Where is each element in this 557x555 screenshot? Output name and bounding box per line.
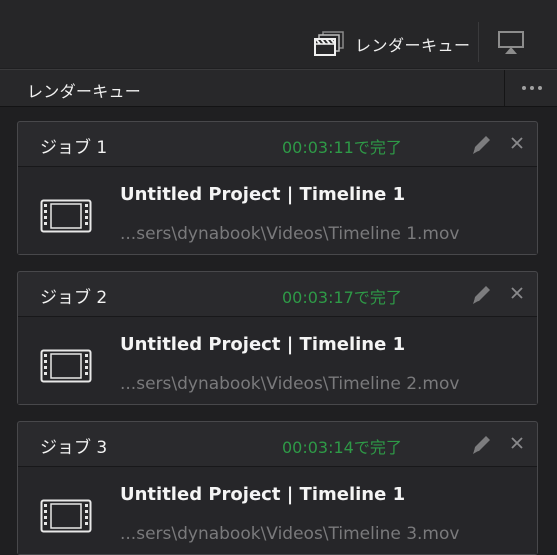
job-status: 00:03:17で完了	[282, 288, 402, 307]
job-title: Untitled Project | Timeline 1	[120, 334, 406, 355]
output-monitor-icon	[498, 31, 524, 54]
job-output-path: ...sers\dynabook\Videos\Timeline 3.mov	[120, 524, 460, 544]
job-status: 00:03:14で完了	[282, 438, 402, 457]
job-name: ジョブ 3	[40, 438, 108, 458]
job-header: ジョブ 1 00:03:11で完了	[18, 122, 537, 167]
job-title: Untitled Project | Timeline 1	[120, 184, 406, 205]
render-queue-panel-header: レンダーキュー	[0, 69, 557, 107]
film-icon	[40, 349, 92, 383]
edit-job-button[interactable]	[470, 284, 494, 310]
job-name: ジョブ 2	[40, 288, 108, 308]
remove-job-button[interactable]	[510, 135, 524, 154]
panel-title: レンダーキュー	[27, 82, 142, 101]
output-monitor-button[interactable]	[497, 30, 525, 60]
top-toolbar: レンダーキュー	[0, 0, 557, 68]
edit-job-button[interactable]	[470, 134, 494, 160]
close-icon	[511, 137, 523, 149]
close-icon	[511, 287, 523, 299]
job-card-2[interactable]: ジョブ 2 00:03:17で完了 Untitled Project | Tim…	[17, 271, 538, 405]
job-header: ジョブ 2 00:03:17で完了	[18, 272, 537, 317]
more-options-icon	[521, 86, 526, 90]
job-name: ジョブ 1	[40, 138, 108, 158]
pencil-icon	[473, 136, 490, 154]
render-queue-button-label: レンダーキュー	[355, 36, 471, 55]
job-body: Untitled Project | Timeline 1 ...sers\dy…	[18, 167, 537, 254]
close-icon	[511, 437, 523, 449]
more-options-button[interactable]	[504, 70, 557, 106]
job-status: 00:03:11で完了	[282, 138, 402, 157]
job-output-path: ...sers\dynabook\Videos\Timeline 2.mov	[120, 374, 460, 394]
job-output-path: ...sers\dynabook\Videos\Timeline 1.mov	[120, 224, 460, 244]
edit-job-button[interactable]	[470, 434, 494, 460]
toolbar-divider	[478, 22, 479, 62]
pencil-icon	[473, 286, 490, 304]
pencil-icon	[473, 436, 490, 454]
job-header: ジョブ 3 00:03:14で完了	[18, 422, 537, 467]
job-card-3[interactable]: ジョブ 3 00:03:14で完了 Untitled Project | Tim…	[17, 421, 538, 555]
film-icon	[40, 199, 92, 233]
job-body: Untitled Project | Timeline 1 ...sers\dy…	[18, 317, 537, 404]
remove-job-button[interactable]	[510, 435, 524, 454]
job-title: Untitled Project | Timeline 1	[120, 484, 406, 505]
remove-job-button[interactable]	[510, 285, 524, 304]
render-queue-clapper-icon	[314, 31, 344, 56]
job-body: Untitled Project | Timeline 1 ...sers\dy…	[18, 467, 537, 554]
job-card-1[interactable]: ジョブ 1 00:03:11で完了 Untitled Project | Tim…	[17, 121, 538, 255]
render-queue-button[interactable]: レンダーキュー	[313, 26, 471, 62]
film-icon	[40, 499, 92, 533]
